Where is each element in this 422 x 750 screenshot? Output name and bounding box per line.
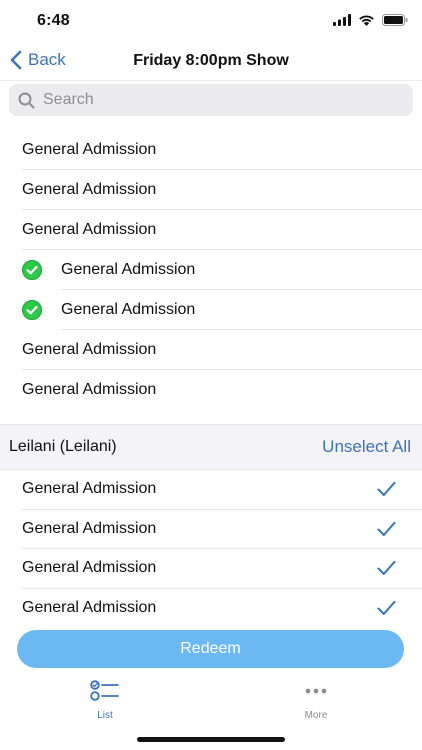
list-item-checked[interactable]: General Admission bbox=[22, 510, 422, 549]
wifi-icon bbox=[359, 15, 374, 26]
selected-check-icon bbox=[22, 300, 42, 320]
list-item-label: General Admission bbox=[22, 220, 157, 238]
checkmark-icon bbox=[377, 521, 396, 536]
search-input[interactable] bbox=[41, 90, 385, 110]
list-item[interactable]: General Admission bbox=[22, 130, 422, 170]
checkmark-icon bbox=[377, 560, 396, 575]
list-item-label: General Admission bbox=[22, 559, 157, 577]
list-item-label: General Admission bbox=[22, 180, 157, 198]
list-item[interactable]: General Admission bbox=[22, 210, 422, 250]
redeem-button[interactable]: Redeem bbox=[17, 630, 404, 668]
tab-list-label: List bbox=[97, 710, 113, 721]
list-item-selected[interactable]: General Admission bbox=[22, 290, 422, 330]
list-item-selected[interactable]: General Admission bbox=[22, 250, 422, 290]
navigation-bar: Back Friday 8:00pm Show bbox=[0, 44, 422, 81]
list-item[interactable]: General Admission bbox=[0, 370, 422, 409]
list-item-label: General Admission bbox=[22, 340, 157, 358]
list-item-label: General Admission bbox=[22, 598, 157, 616]
list-item-label: General Admission bbox=[22, 519, 157, 537]
search-icon bbox=[18, 92, 35, 108]
chevron-left-icon bbox=[10, 50, 22, 70]
ticket-list: General Admission General Admission Gene… bbox=[0, 130, 422, 627]
section-header: Leilani (Leilani) Unselect All bbox=[0, 424, 422, 470]
unselect-all-button[interactable]: Unselect All bbox=[322, 437, 411, 457]
list-item-label: General Admission bbox=[22, 380, 157, 398]
back-button-label: Back bbox=[28, 50, 66, 69]
checkmark-icon bbox=[377, 481, 396, 496]
more-icon bbox=[305, 688, 327, 694]
home-indicator bbox=[137, 737, 285, 742]
status-time: 6:48 bbox=[37, 12, 70, 29]
list-item[interactable]: General Admission bbox=[22, 170, 422, 210]
signal-icon bbox=[333, 14, 351, 26]
selected-check-icon bbox=[22, 260, 42, 280]
list-item-checked[interactable]: General Admission bbox=[22, 589, 422, 628]
list-item-label: General Admission bbox=[22, 480, 157, 498]
tab-list[interactable]: List bbox=[65, 680, 145, 721]
checkmark-icon bbox=[377, 600, 396, 615]
section-title: Leilani (Leilani) bbox=[9, 438, 117, 455]
battery-icon bbox=[382, 14, 408, 26]
tab-more-label: More bbox=[304, 710, 328, 721]
status-icons bbox=[333, 14, 408, 26]
status-bar: 6:48 bbox=[0, 0, 422, 44]
back-button[interactable]: Back bbox=[10, 50, 66, 70]
list-icon bbox=[90, 680, 119, 701]
search-bar bbox=[9, 84, 413, 116]
list-item-checked[interactable]: General Admission bbox=[22, 549, 422, 589]
list-item-label: General Admission bbox=[22, 140, 157, 158]
list-item-label: General Admission bbox=[61, 300, 196, 318]
tab-bar: List More bbox=[0, 676, 422, 726]
list-item-label: General Admission bbox=[61, 260, 196, 278]
list-item[interactable]: General Admission bbox=[22, 330, 422, 370]
tab-more[interactable]: More bbox=[276, 680, 356, 721]
list-item-checked[interactable]: General Admission bbox=[22, 470, 422, 510]
